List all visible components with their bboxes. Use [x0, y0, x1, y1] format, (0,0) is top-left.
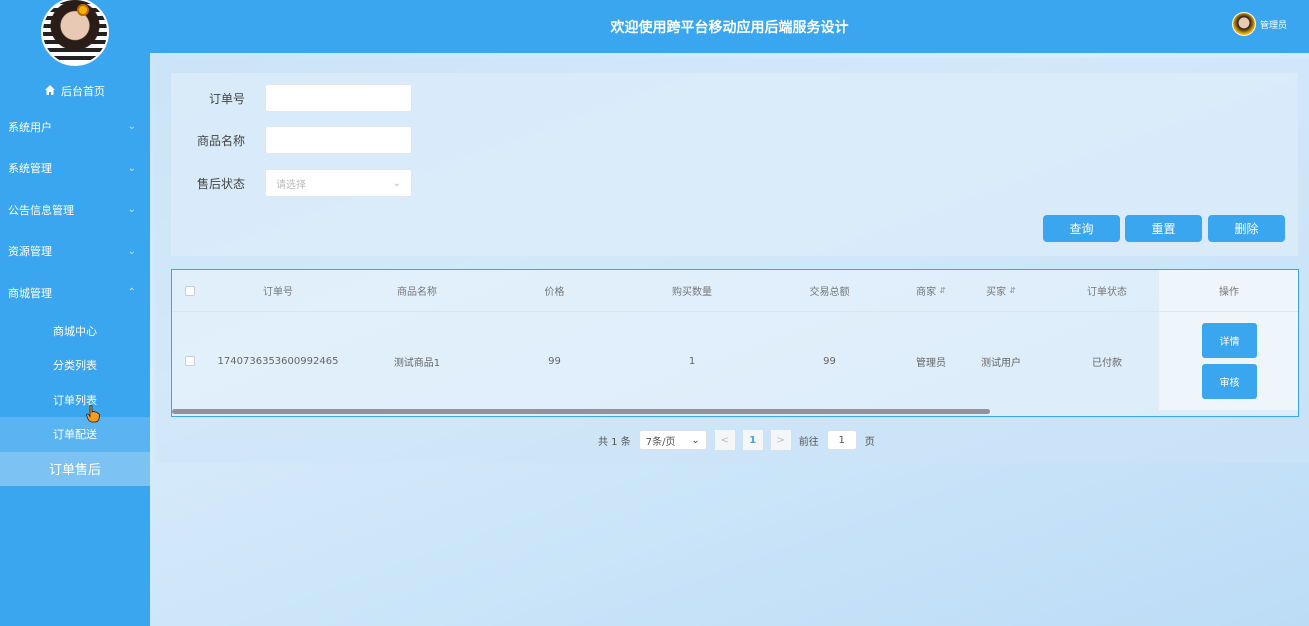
user-avatar	[1231, 12, 1256, 36]
sidebar-subitem-order-list[interactable]: 订单列表	[0, 383, 150, 418]
query-button[interactable]: 查询	[1043, 215, 1120, 242]
row-checkbox[interactable]	[185, 356, 195, 366]
sidebar-subitem-label: 订单售后	[48, 463, 101, 479]
sidebar-item-label: 资源管理	[8, 245, 52, 259]
column-buyer-label: 买家	[986, 287, 1007, 298]
chevron-down-icon: ⌄	[127, 162, 136, 174]
current-page[interactable]: 1	[742, 430, 763, 450]
top-header: 欢迎使用跨平台移动应用后端服务设计 管理员	[150, 0, 1309, 53]
sidebar-item-system-users[interactable]: 系统用户 ⌄	[0, 106, 150, 148]
sidebar: 后台首页 系统用户 ⌄ 系统管理 ⌄ 公告信息管理 ⌄ 资源管理 ⌄ 商城管理 …	[0, 0, 150, 626]
user-name: 管理员	[1259, 20, 1287, 31]
chevron-down-icon: ⌄	[127, 245, 136, 257]
after-sale-field: 售后状态 请选择 ⌄	[171, 169, 412, 197]
column-total: 交易总额	[809, 287, 850, 298]
chevron-up-icon: ⌃	[127, 287, 136, 299]
cell-buyer: 测试用户	[981, 357, 1021, 369]
page-size-value: 7条/页	[645, 436, 676, 448]
table-header: 订单号 商品名称 价格 购买数量 交易总额 商家 ⇵ 买家 ⇵ 订单状态 操作	[172, 270, 1298, 312]
sidebar-subitem-order-delivery[interactable]: 订单配送	[0, 417, 150, 452]
sort-icon[interactable]: ⇵	[1009, 286, 1016, 295]
user-menu[interactable]: 管理员	[1231, 12, 1287, 36]
page-suffix: 页	[864, 436, 875, 448]
goto-page-input[interactable]: 1	[826, 430, 857, 450]
sidebar-item-mall[interactable]: 商城管理 ⌃	[0, 272, 150, 314]
detail-button[interactable]: 详情	[1202, 323, 1257, 358]
column-actions: 操作	[1219, 287, 1239, 298]
order-no-field: 订单号	[171, 84, 412, 112]
horizontal-scrollbar[interactable]	[172, 409, 990, 414]
table-row: 1740736353600992465 测试商品1 99 1 99 管理员 测试…	[172, 312, 1298, 410]
chevron-down-icon: ⌄	[127, 121, 136, 133]
cell-seller: 管理员	[916, 357, 946, 369]
cell-total: 99	[823, 355, 836, 367]
chevron-down-icon: ⌄	[127, 204, 136, 216]
sidebar-home-label: 后台首页	[61, 85, 105, 98]
sidebar-item-label: 系统管理	[8, 162, 52, 176]
orders-table: 订单号 商品名称 价格 购买数量 交易总额 商家 ⇵ 买家 ⇵ 订单状态 操作 17…	[171, 269, 1299, 417]
sidebar-item-label: 公告信息管理	[8, 203, 74, 217]
review-button[interactable]: 审核	[1202, 364, 1257, 399]
reset-button[interactable]: 重置	[1125, 215, 1202, 242]
sidebar-subitem-label: 商城中心	[53, 324, 97, 338]
after-sale-placeholder: 请选择	[276, 179, 306, 191]
column-product-name: 商品名称	[397, 287, 437, 298]
page-title: 欢迎使用跨平台移动应用后端服务设计	[610, 20, 849, 36]
goto-label: 前往	[798, 436, 819, 448]
product-name-field: 商品名称	[171, 126, 412, 154]
cell-price: 99	[548, 355, 561, 367]
chevron-left-icon: <	[720, 434, 729, 446]
home-icon	[45, 84, 55, 98]
after-sale-label: 售后状态	[196, 176, 245, 191]
sort-icon[interactable]: ⇵	[939, 286, 946, 295]
product-name-label: 商品名称	[196, 133, 245, 148]
next-page-button[interactable]: >	[770, 430, 791, 450]
cell-status: 已付款	[1092, 357, 1122, 369]
sidebar-subitem-category-list[interactable]: 分类列表	[0, 348, 150, 383]
column-seller[interactable]: 商家 ⇵	[900, 270, 962, 311]
product-name-input[interactable]	[265, 126, 412, 154]
column-quantity: 购买数量	[672, 287, 712, 298]
after-sale-select[interactable]: 请选择 ⌄	[265, 169, 412, 197]
sidebar-item-label: 系统用户	[8, 120, 52, 134]
cell-product-name: 测试商品1	[393, 357, 441, 369]
row-actions: 详情 审核	[1158, 312, 1298, 410]
chevron-down-icon: ⌄	[691, 434, 700, 446]
page-size-select[interactable]: 7条/页 ⌄	[638, 430, 707, 450]
column-price: 价格	[544, 287, 565, 298]
pagination-total: 共 1 条	[598, 436, 631, 448]
chevron-down-icon: ⌄	[392, 177, 401, 189]
avatar[interactable]	[41, 0, 109, 66]
prev-page-button[interactable]: <	[714, 430, 735, 450]
column-order-no: 订单号	[263, 287, 293, 298]
cell-quantity: 1	[688, 355, 696, 367]
hand-cursor-icon	[86, 405, 100, 427]
sidebar-item-home[interactable]: 后台首页	[0, 76, 150, 106]
order-no-label: 订单号	[208, 91, 245, 106]
sidebar-item-system-management[interactable]: 系统管理 ⌄	[0, 148, 150, 190]
pagination: 共 1 条 7条/页 ⌄ < 1 > 前往 1 页	[598, 430, 875, 450]
delete-button[interactable]: 删除	[1208, 215, 1285, 242]
flower-decoration	[77, 4, 89, 16]
avatar-container	[0, 0, 150, 72]
sidebar-subitem-label: 订单配送	[53, 428, 97, 442]
sidebar-subitem-label: 分类列表	[53, 359, 97, 373]
sidebar-item-label: 商城管理	[8, 286, 52, 300]
sidebar-item-announcements[interactable]: 公告信息管理 ⌄	[0, 189, 150, 231]
order-no-input[interactable]	[265, 84, 412, 112]
chevron-right-icon: >	[776, 434, 785, 446]
sidebar-item-resources[interactable]: 资源管理 ⌄	[0, 231, 150, 273]
column-actions-header: 操作	[1158, 270, 1298, 311]
column-seller-label: 商家	[916, 287, 937, 298]
sidebar-subitem-mall-center[interactable]: 商城中心	[0, 314, 150, 349]
select-all-cell	[180, 270, 200, 311]
select-all-checkbox[interactable]	[185, 285, 195, 296]
sidebar-subitem-after-sales[interactable]: 订单售后	[0, 451, 150, 486]
column-status: 订单状态	[1087, 287, 1127, 298]
cell-order-no: 1740736353600992465	[217, 355, 339, 367]
column-buyer[interactable]: 买家 ⇵	[970, 270, 1032, 311]
search-panel: 订单号 商品名称 售后状态 请选择 ⌄ 查询 重置 删除	[171, 73, 1298, 256]
row-select-cell	[180, 312, 200, 410]
